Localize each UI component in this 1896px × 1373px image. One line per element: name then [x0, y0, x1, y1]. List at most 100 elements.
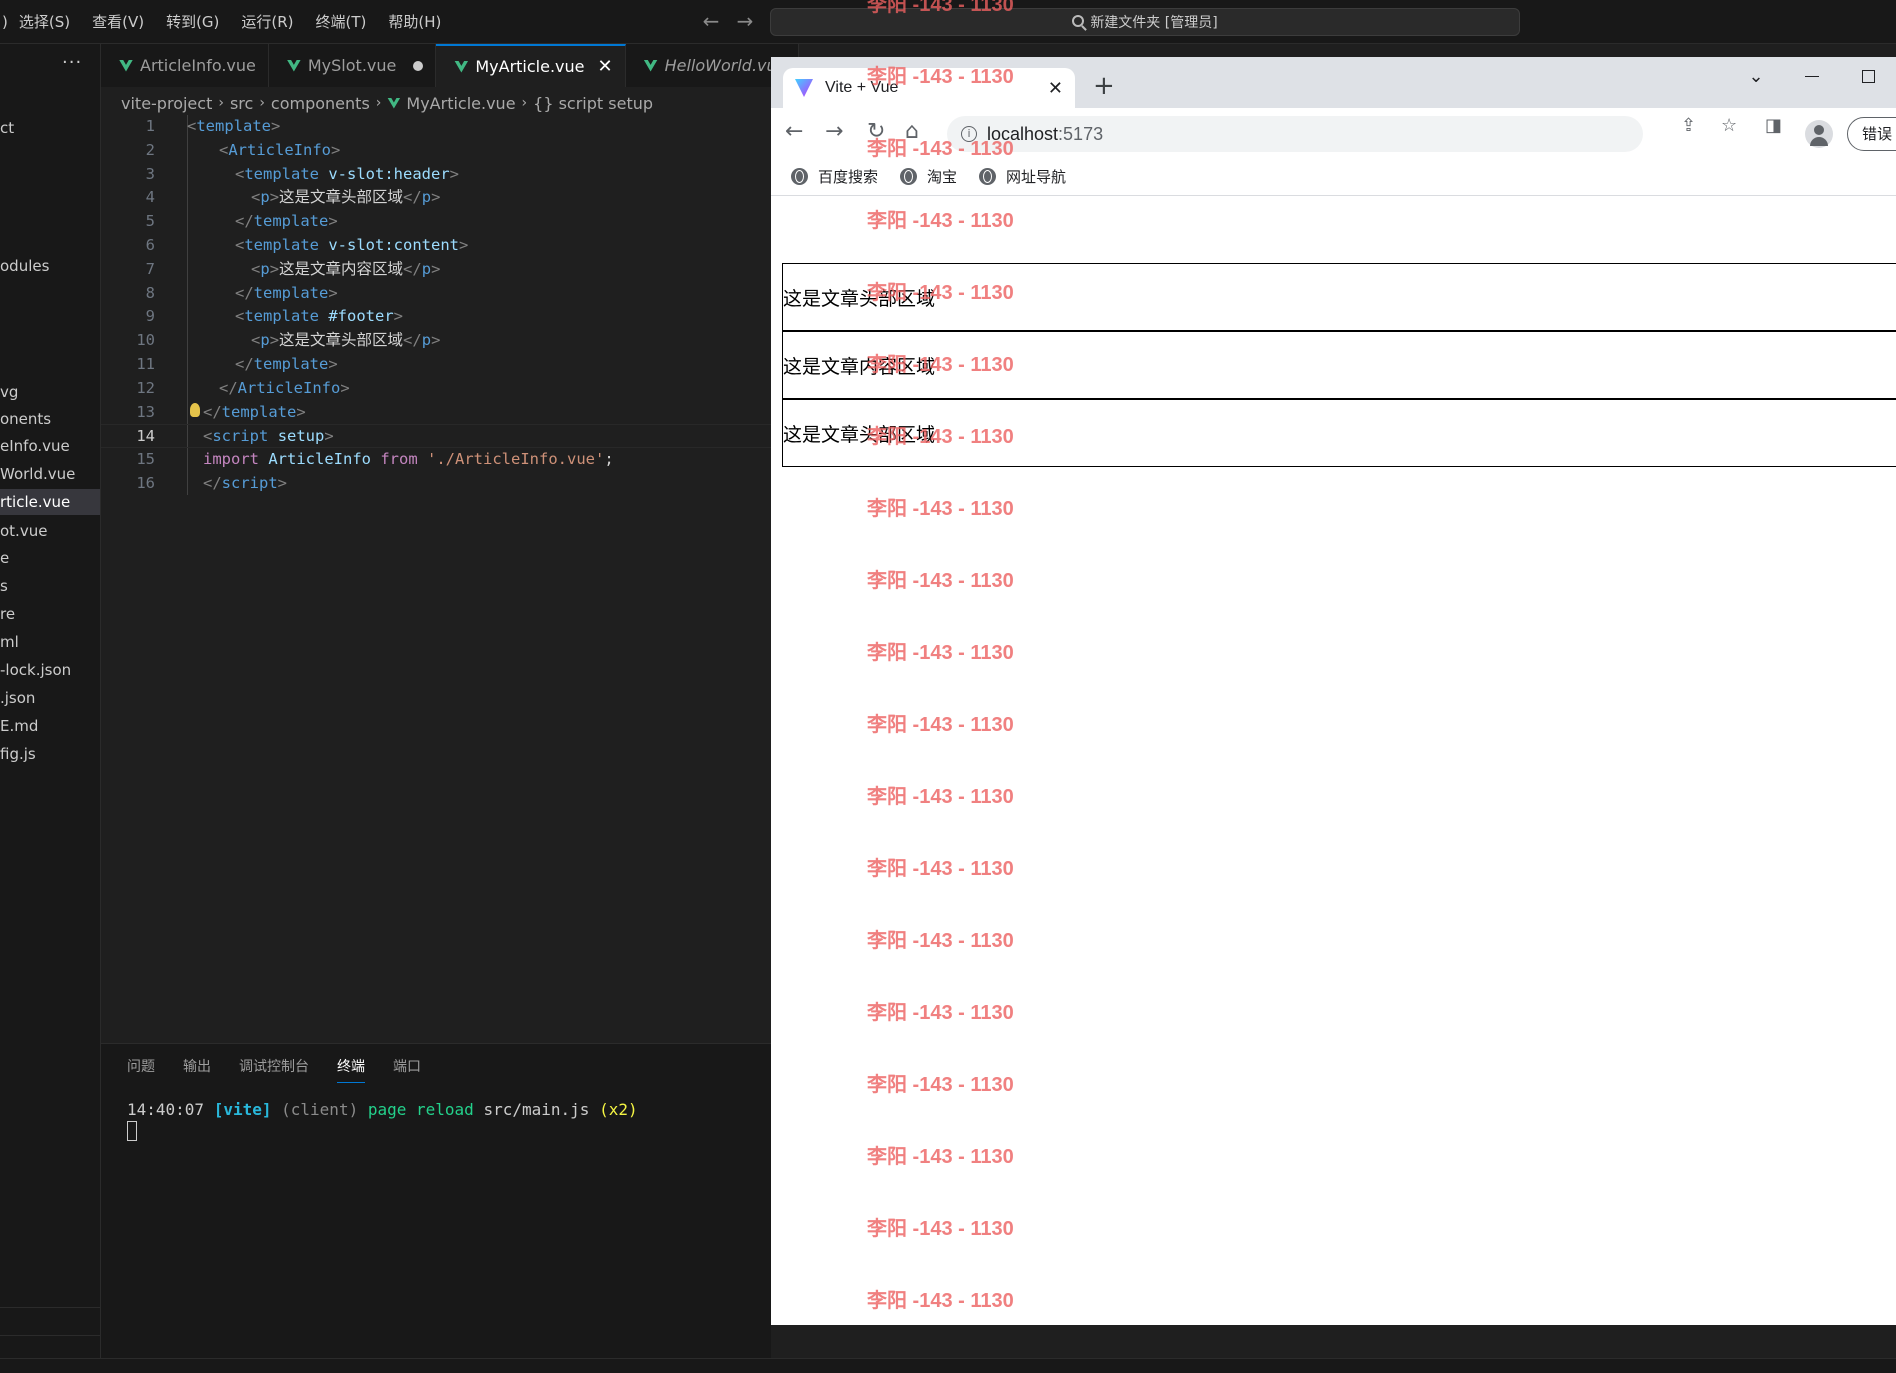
- code-token: p: [260, 188, 270, 207]
- code-line[interactable]: 7 <p>这是文章内容区域</p>: [101, 258, 771, 282]
- file-tree-item[interactable]: eInfo.vue: [0, 433, 100, 459]
- menu-item[interactable]: 转到(G): [155, 0, 230, 44]
- code-line[interactable]: 12 </ArticleInfo>: [101, 377, 771, 401]
- address-bar[interactable]: i localhost:5173: [947, 116, 1643, 152]
- file-tree-item[interactable]: s: [0, 573, 100, 599]
- breadcrumb-item[interactable]: vite-project: [121, 94, 212, 113]
- panel-tab[interactable]: 输出: [183, 1056, 211, 1083]
- url-port: :5173: [1058, 123, 1104, 144]
- file-tree-item[interactable]: World.vue: [0, 461, 100, 487]
- menu-item[interactable]: 查看(V): [81, 0, 155, 44]
- code-line[interactable]: 9 <template #footer>: [101, 305, 771, 329]
- side-panel-icon[interactable]: ◨: [1765, 115, 1782, 136]
- search-icon: [1072, 15, 1085, 27]
- code-line[interactable]: 1 <template>: [101, 115, 771, 139]
- menu-item[interactable]: 帮助(H): [377, 0, 452, 44]
- bookmark-item[interactable]: 百度搜索: [791, 166, 878, 187]
- home-icon[interactable]: ⌂: [905, 120, 919, 144]
- tab-label: ArticleInfo.vue: [140, 56, 256, 75]
- line-number: 7: [145, 259, 155, 278]
- bookmark-item[interactable]: 网址导航: [979, 166, 1066, 187]
- unsaved-dot-icon[interactable]: [413, 60, 424, 71]
- panel-tab[interactable]: 端口: [393, 1056, 421, 1083]
- breadcrumb-item[interactable]: src: [230, 94, 253, 113]
- file-tree-item[interactable]: -lock.json: [0, 657, 100, 683]
- code-token: template: [244, 164, 319, 183]
- code-line[interactable]: 11 </template>: [101, 353, 771, 377]
- tab-label: HelloWorld.vue: [664, 56, 787, 75]
- back-icon[interactable]: ←: [785, 120, 803, 144]
- code-line[interactable]: 14 <script setup>: [101, 424, 771, 449]
- site-info-icon[interactable]: i: [961, 126, 977, 142]
- menu-item[interactable]: 选择(S): [8, 0, 81, 44]
- close-icon[interactable]: ✕: [598, 56, 613, 77]
- file-tree-item[interactable]: e: [0, 545, 100, 571]
- code-text: <script setup>: [203, 425, 334, 449]
- breadcrumb-item[interactable]: components: [271, 94, 370, 113]
- file-tree-item[interactable]: fig.js: [0, 741, 100, 767]
- terminal-time: 14:40:07: [127, 1100, 205, 1119]
- file-tree-item[interactable]: E.md: [0, 713, 100, 739]
- terminal-output[interactable]: 14:40:07 [vite] (client) page reload src…: [127, 1100, 638, 1141]
- command-center[interactable]: 新建文件夹 [管理员]: [770, 8, 1520, 36]
- panel-tab[interactable]: 调试控制台: [239, 1056, 309, 1083]
- code-editor[interactable]: 1 <template> 2 <ArticleInfo> 3 <template v-sl…: [101, 115, 771, 496]
- file-tree-item[interactable]: onents: [0, 406, 100, 432]
- code-line[interactable]: 6 <template v-slot:content>: [101, 234, 771, 258]
- tab-myslot[interactable]: MySlot.vue: [268, 44, 437, 87]
- bookmark-label: 网址导航: [1006, 168, 1067, 186]
- panel-tab[interactable]: 问题: [127, 1056, 155, 1083]
- vue-file-icon: [286, 59, 301, 72]
- file-tree-item[interactable]: ct: [0, 115, 100, 141]
- file-tree-item[interactable]: odules: [0, 253, 100, 279]
- code-line[interactable]: 2 <ArticleInfo>: [101, 139, 771, 163]
- lightbulb-icon[interactable]: [190, 402, 200, 417]
- bookmark-item[interactable]: 淘宝: [900, 166, 957, 187]
- forward-icon[interactable]: →: [825, 120, 843, 144]
- code-line[interactable]: 8 </template>: [101, 282, 771, 306]
- tab-myarticle[interactable]: MyArticle.vue ✕: [436, 44, 626, 87]
- terminal-client-tag: (client): [281, 1100, 359, 1119]
- file-tree-item[interactable]: ot.vue: [0, 518, 100, 544]
- bookmark-star-icon[interactable]: ☆: [1721, 115, 1737, 136]
- browser-tab[interactable]: Vite + Vue ✕: [783, 68, 1075, 108]
- back-arrow-icon[interactable]: ←: [700, 8, 722, 34]
- code-line[interactable]: 4 <p>这是文章头部区域</p>: [101, 186, 771, 210]
- file-tree-item[interactable]: vg: [0, 379, 100, 405]
- code-line[interactable]: 15 import ArticleInfo from './ArticleInfo…: [101, 448, 771, 472]
- breadcrumb-item[interactable]: MyArticle.vue: [406, 94, 515, 113]
- tab-search-icon[interactable]: ⌄: [1728, 57, 1784, 95]
- menu-item[interactable]: 终端(T): [305, 0, 378, 44]
- article-slot-box: 这是文章内容区域: [782, 331, 1896, 399]
- maximize-icon[interactable]: [1840, 57, 1896, 95]
- error-button[interactable]: 错误: [1847, 117, 1896, 151]
- panel-tab[interactable]: 终端: [337, 1056, 365, 1083]
- share-icon[interactable]: ⇪: [1681, 115, 1696, 136]
- menu-item[interactable]: 运行(R): [230, 0, 304, 44]
- vite-logo-icon: [795, 79, 813, 97]
- file-tree-item[interactable]: ml: [0, 629, 100, 655]
- forward-arrow-icon[interactable]: →: [734, 8, 756, 34]
- close-tab-icon[interactable]: ✕: [1048, 78, 1063, 99]
- code-line[interactable]: 5 </template>: [101, 210, 771, 234]
- reload-icon[interactable]: ↻: [867, 120, 885, 144]
- code-line[interactable]: 13 </template>: [101, 401, 771, 425]
- code-line[interactable]: 16 </script>: [101, 472, 771, 496]
- tab-articleinfo[interactable]: ArticleInfo.vue: [101, 44, 269, 87]
- breadcrumb-symbol[interactable]: {} script setup: [533, 94, 653, 113]
- explorer-sidebar: ··· ct odules vg onents eInfo.vue World.vue rt…: [0, 44, 101, 1358]
- code-token: p: [421, 259, 432, 278]
- new-tab-icon[interactable]: +: [1093, 73, 1115, 99]
- code-line[interactable]: 3 <template v-slot:header>: [101, 163, 771, 187]
- file-tree-item[interactable]: re: [0, 601, 100, 627]
- minimize-icon[interactable]: [1784, 57, 1840, 95]
- bookmark-label: 淘宝: [927, 168, 958, 186]
- explorer-more-icon[interactable]: ···: [62, 52, 82, 73]
- profile-avatar[interactable]: [1805, 120, 1833, 148]
- code-line[interactable]: 10 <p>这是文章头部区域</p>: [101, 329, 771, 353]
- code-token: >: [296, 402, 306, 421]
- file-tree-item[interactable]: rticle.vue: [0, 489, 100, 515]
- code-token: template: [253, 354, 329, 373]
- file-tree-item[interactable]: .json: [0, 685, 100, 711]
